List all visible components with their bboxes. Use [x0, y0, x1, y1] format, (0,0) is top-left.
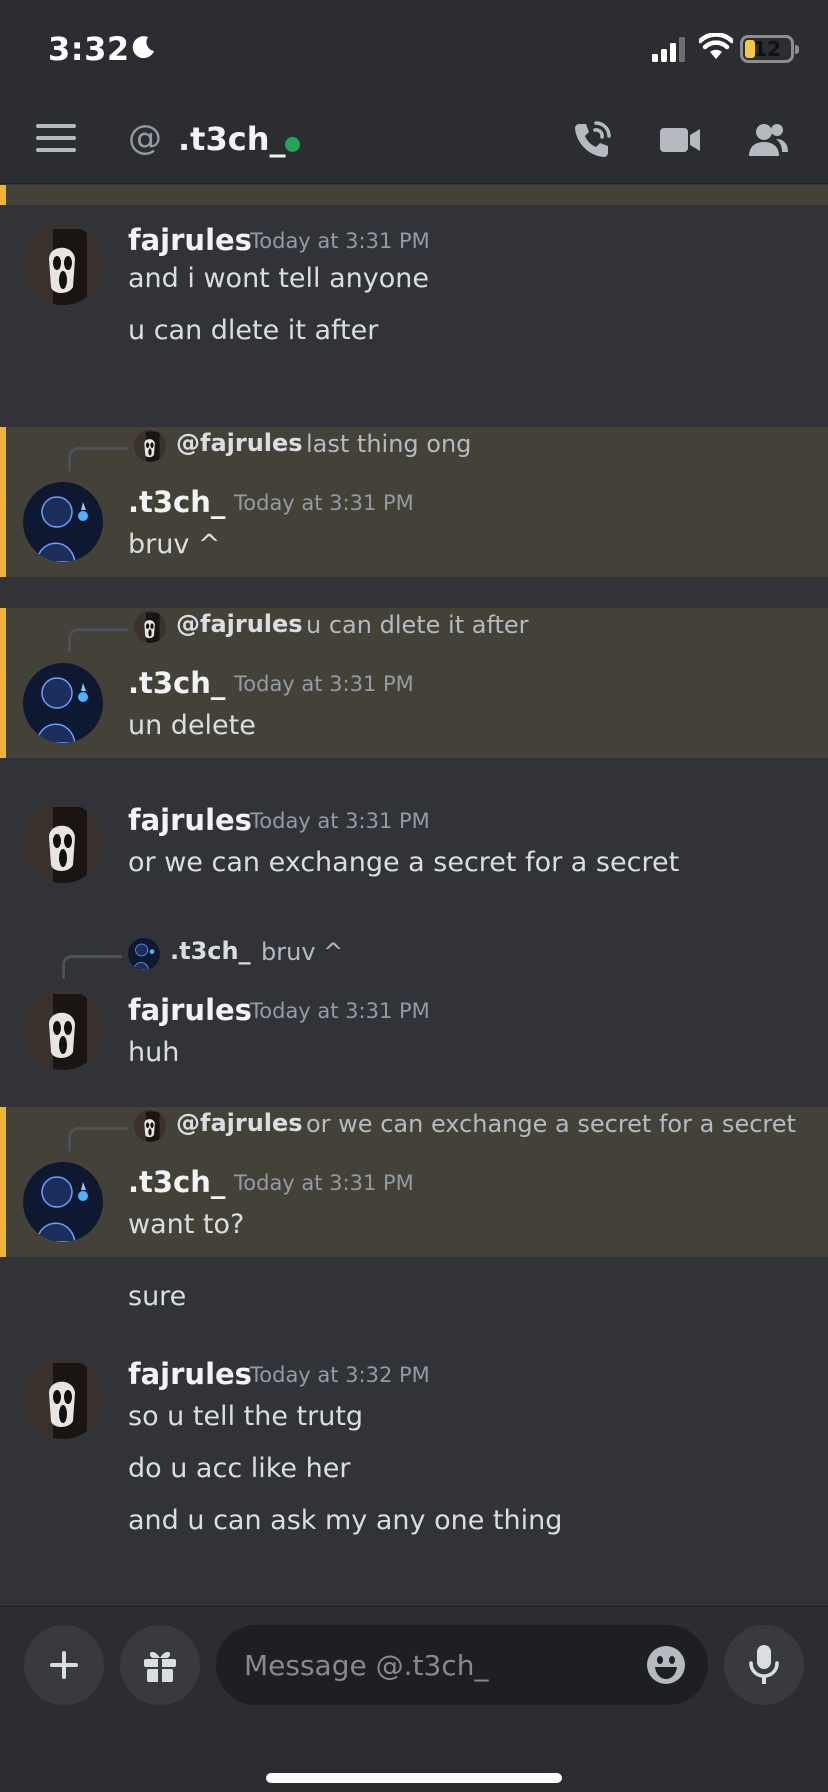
message-username[interactable]: .t3ch_	[128, 666, 225, 700]
message-timestamp: Today at 3:32 PM	[250, 1363, 430, 1387]
avatar-t3ch[interactable]	[23, 482, 103, 562]
emoji-icon[interactable]	[646, 1645, 686, 1685]
avatar-fajrules[interactable]	[23, 803, 103, 883]
reply-text: u can dlete it after	[306, 611, 529, 639]
message-text: want to?	[128, 1209, 245, 1240]
message-text: u can dlete it after	[128, 315, 379, 346]
avatar-fajrules[interactable]	[23, 1359, 103, 1439]
reply-avatar	[134, 1110, 166, 1142]
plus-icon-vertical	[62, 1651, 66, 1679]
battery-indicator: 12	[740, 35, 799, 63]
reply-connector	[68, 628, 128, 652]
message-timestamp: Today at 3:31 PM	[250, 809, 430, 833]
message-group: fajrules Today at 3:31 PM or we can exch…	[0, 785, 828, 895]
message-text: and u can ask my any one thing	[128, 1505, 563, 1536]
message-timestamp: Today at 3:31 PM	[234, 491, 414, 515]
reply-username: @fajrules	[176, 610, 303, 638]
reply-username: @fajrules	[176, 429, 303, 457]
message-text: so u tell the trutg	[128, 1401, 364, 1432]
message-timestamp: Today at 3:31 PM	[234, 1171, 414, 1195]
status-time: 3:32	[48, 30, 130, 68]
video-icon[interactable]	[658, 118, 702, 162]
message-username[interactable]: fajrules	[128, 993, 252, 1027]
message-group-highlighted: @fajrules or we can exchange a secret fo…	[0, 1107, 828, 1257]
message-username[interactable]: fajrules	[128, 1357, 252, 1391]
reply-connector	[68, 447, 128, 471]
reply-username: .t3ch_	[170, 937, 251, 965]
message-text: or we can exchange a secret for a secret	[128, 847, 680, 878]
message-username[interactable]: fajrules	[128, 223, 252, 257]
members-icon[interactable]	[746, 118, 790, 162]
message-group: fajrules Today at 3:32 PM so u tell the …	[0, 1345, 828, 1555]
gift-button[interactable]	[120, 1625, 200, 1705]
moon-icon	[132, 36, 154, 59]
message-text: un delete	[128, 710, 256, 741]
menu-icon[interactable]	[36, 124, 76, 154]
message-username[interactable]: .t3ch_	[128, 485, 225, 519]
plus-button[interactable]	[24, 1625, 104, 1705]
reply-text: or we can exchange a secret for a secret	[306, 1110, 796, 1138]
battery-percent: 12	[753, 37, 781, 61]
message-timestamp: Today at 3:31 PM	[250, 229, 430, 253]
status-bar: 3:32 12	[0, 0, 828, 100]
reply-avatar	[134, 430, 166, 462]
wifi-icon	[699, 33, 733, 59]
message-composer	[0, 1606, 828, 1792]
top-bar: 3:32 12 @ .t3ch_	[0, 0, 828, 184]
message-text: huh	[128, 1037, 180, 1068]
reply-avatar	[128, 938, 160, 970]
avatar-t3ch[interactable]	[23, 663, 103, 743]
message-group: .t3ch_ bruv ^ fajrules Today at 3:31 PM …	[0, 935, 828, 1085]
message-group-highlighted: @fajrules last thing ong .t3ch_ Today at…	[0, 427, 828, 577]
online-status-dot	[285, 137, 300, 152]
reply-connector	[62, 955, 122, 979]
message-username[interactable]: fajrules	[128, 803, 252, 837]
message-timestamp: Today at 3:31 PM	[234, 672, 414, 696]
avatar-fajrules[interactable]	[23, 990, 103, 1070]
reply-avatar	[134, 611, 166, 643]
message-input[interactable]	[216, 1625, 708, 1705]
message-text: and i wont tell anyone	[128, 263, 430, 294]
channel-title[interactable]: .t3ch_	[178, 120, 285, 158]
message-username[interactable]: .t3ch_	[128, 1165, 225, 1199]
message-group: fajrules Today at 3:31 PM and i wont tel…	[0, 205, 828, 365]
message-partial	[0, 185, 828, 205]
gift-icon	[144, 1651, 176, 1682]
dm-at-symbol: @	[128, 118, 162, 158]
avatar-t3ch[interactable]	[23, 1162, 103, 1242]
mic-icon	[749, 1645, 779, 1684]
message-text: bruv ^	[128, 529, 221, 560]
reply-connector	[68, 1127, 128, 1151]
message-text: do u acc like her	[128, 1453, 351, 1484]
reply-text: bruv ^	[261, 938, 344, 966]
voice-message-button[interactable]	[724, 1625, 804, 1705]
avatar-fajrules[interactable]	[23, 225, 103, 305]
call-icon[interactable]	[570, 118, 614, 162]
message-timestamp: Today at 3:31 PM	[250, 999, 430, 1023]
reply-username: @fajrules	[176, 1109, 303, 1137]
home-indicator[interactable]	[266, 1773, 562, 1783]
reply-text: last thing ong	[306, 430, 472, 458]
message-group-highlighted: @fajrules u can dlete it after .t3ch_ To…	[0, 608, 828, 758]
message-feed[interactable]: fajrules Today at 3:31 PM and i wont tel…	[0, 185, 828, 1605]
message-text: sure	[128, 1281, 187, 1312]
signal-icon	[652, 37, 685, 62]
